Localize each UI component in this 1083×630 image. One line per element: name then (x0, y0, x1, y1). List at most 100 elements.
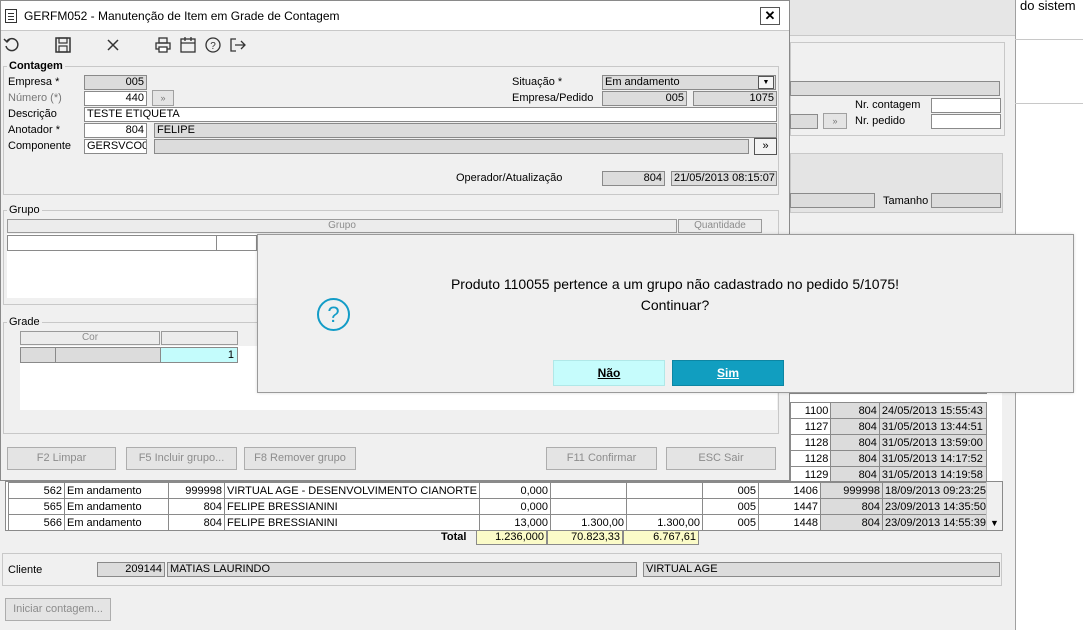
componente-description (154, 139, 749, 154)
numero-label: Número (*) (8, 92, 62, 104)
no-button[interactable]: Não (553, 360, 665, 386)
bg-lookup-button[interactable]: » (823, 113, 847, 129)
side-cell-op: 804 (830, 434, 880, 451)
divider (1015, 103, 1083, 104)
chevron-down-icon[interactable]: ▼ (758, 76, 774, 89)
main-cell-op: 804 (820, 514, 884, 531)
main-cell-id: 562 (8, 482, 65, 499)
main-cell-v3 (626, 482, 704, 499)
grupo-column-header[interactable]: Grupo (7, 219, 677, 233)
componente-input[interactable]: GERSVCO05 (84, 139, 147, 154)
operador-date: 21/05/2013 08:15:07 (671, 171, 777, 186)
side-cell-op: 804 (830, 402, 880, 419)
side-cell-date: 31/05/2013 13:44:51 (878, 418, 988, 435)
anotador-code-input[interactable]: 804 (84, 123, 147, 138)
nr-contagem-input[interactable] (931, 98, 1001, 113)
table-row[interactable]: 1100 804 24/05/2013 15:55:43 (789, 402, 988, 419)
grid-scrollbar[interactable]: ▼ (986, 482, 1002, 530)
table-row[interactable]: 1128 804 31/05/2013 13:59:00 (789, 434, 988, 451)
cliente-code: 209144 (97, 562, 165, 577)
tamanho-label: Tamanho (883, 195, 929, 207)
remover-grupo-button[interactable]: F8 Remover grupo (244, 447, 356, 470)
empresa-field: 005 (84, 75, 147, 90)
numero-field[interactable]: 440 (84, 91, 147, 106)
main-cell-op: 804 (820, 498, 884, 515)
numero-lookup-button[interactable]: » (152, 90, 174, 106)
main-cell-status: Em andamento (64, 514, 169, 531)
top-right-text: do sistem (1020, 0, 1076, 13)
main-cell-ped: 1406 (758, 482, 822, 499)
empresa-pedido-label: Empresa/Pedido (512, 92, 594, 104)
limpar-button[interactable]: F2 Limpar (7, 447, 116, 470)
operador-code: 804 (602, 171, 665, 186)
main-cell-emp: 005 (702, 514, 760, 531)
window-title: GERFM052 - Manutenção de Item em Grade d… (24, 9, 340, 23)
question-icon: ? (317, 298, 350, 331)
main-cell-v3: 1.300,00 (626, 514, 704, 531)
main-cell-code: 804 (168, 514, 225, 531)
table-row[interactable]: 1128 804 31/05/2013 14:17:52 (789, 450, 988, 467)
cancel-icon[interactable] (104, 36, 122, 54)
main-cell-v3 (626, 498, 704, 515)
side-cell-date: 31/05/2013 14:17:52 (878, 450, 988, 467)
help-icon[interactable]: ? (204, 36, 222, 54)
cor-column-header[interactable]: Cor (20, 331, 160, 345)
main-cell-v2 (550, 482, 628, 499)
sair-button[interactable]: ESC Sair (666, 447, 776, 470)
main-cell-emp: 005 (702, 482, 760, 499)
dialog-message-line2: Continuar? (640, 297, 710, 313)
incluir-grupo-button[interactable]: F5 Incluir grupo... (126, 447, 237, 470)
table-row[interactable]: 562 Em andamento 999998 VIRTUAL AGE - DESEN… (8, 482, 989, 499)
bg-header-bar (790, 0, 1015, 36)
side-cell-num: 1100 (789, 402, 832, 419)
main-cell-id: 566 (8, 514, 65, 531)
iniciar-contagem-button[interactable]: Iniciar contagem... (5, 598, 111, 621)
table-row[interactable]: 565 Em andamento 804 FELIPE BRESSIANINI 0,00… (8, 498, 989, 515)
save-icon[interactable] (54, 36, 72, 54)
tamanho-field (931, 193, 1001, 208)
main-cell-id: 565 (8, 498, 65, 515)
total-value-2: 70.823,33 (547, 530, 623, 545)
divider (1015, 39, 1083, 40)
descricao-label: Descrição (8, 108, 57, 120)
bg-filter-field (790, 114, 818, 129)
side-cell-num: 1128 (789, 450, 832, 467)
close-button[interactable]: ✕ (760, 7, 780, 25)
contagem-title: Contagem (7, 60, 65, 72)
descricao-input[interactable]: TESTE ETIQUETA (84, 107, 777, 122)
size-column-header[interactable] (161, 331, 238, 345)
main-cell-v1: 13,000 (479, 514, 552, 531)
exit-icon[interactable] (229, 36, 247, 54)
nr-pedido-input[interactable] (931, 114, 1001, 129)
anotador-label: Anotador * (8, 124, 60, 136)
main-cell-date: 18/09/2013 09:23:25 (882, 482, 989, 499)
quantidade-column-header[interactable]: Quantidade (678, 219, 762, 233)
situacao-select[interactable]: Em andamento (602, 75, 776, 90)
nr-contagem-label: Nr. contagem (855, 99, 921, 111)
anotador-name: FELIPE (154, 123, 777, 138)
table-row[interactable]: 566 Em andamento 804 FELIPE BRESSIANINI 13,0… (8, 514, 989, 531)
main-cell-date: 23/09/2013 14:55:39 (882, 514, 989, 531)
main-cell-emp: 005 (702, 498, 760, 515)
calendar-icon[interactable] (179, 36, 197, 54)
main-cell-status: Em andamento (64, 498, 169, 515)
grade-quantity-cell[interactable]: 1 (161, 347, 238, 363)
componente-lookup-button[interactable]: » (754, 138, 777, 155)
grupo-row-cell[interactable] (217, 235, 257, 251)
main-cell-v1: 0,000 (479, 482, 552, 499)
scroll-down-icon[interactable]: ▼ (990, 518, 999, 528)
table-row[interactable]: 1127 804 31/05/2013 13:44:51 (789, 418, 988, 435)
main-cell-code: 999998 (168, 482, 225, 499)
print-icon[interactable] (154, 36, 172, 54)
main-cell-name: FELIPE BRESSIANINI (223, 514, 481, 531)
grade-title: Grade (7, 316, 42, 328)
grade-row-indicator (20, 347, 56, 363)
grupo-row-cell[interactable] (7, 235, 217, 251)
yes-button[interactable]: Sim (672, 360, 784, 386)
side-cell-date: 24/05/2013 15:55:43 (878, 402, 988, 419)
confirmar-button[interactable]: F11 Confirmar (546, 447, 657, 470)
refresh-icon[interactable] (3, 36, 21, 54)
dialog-message-line1: Produto 110055 pertence a um grupo não c… (450, 276, 900, 292)
total-value-1: 1.236,000 (476, 530, 547, 545)
side-cell-num: 1128 (789, 434, 832, 451)
